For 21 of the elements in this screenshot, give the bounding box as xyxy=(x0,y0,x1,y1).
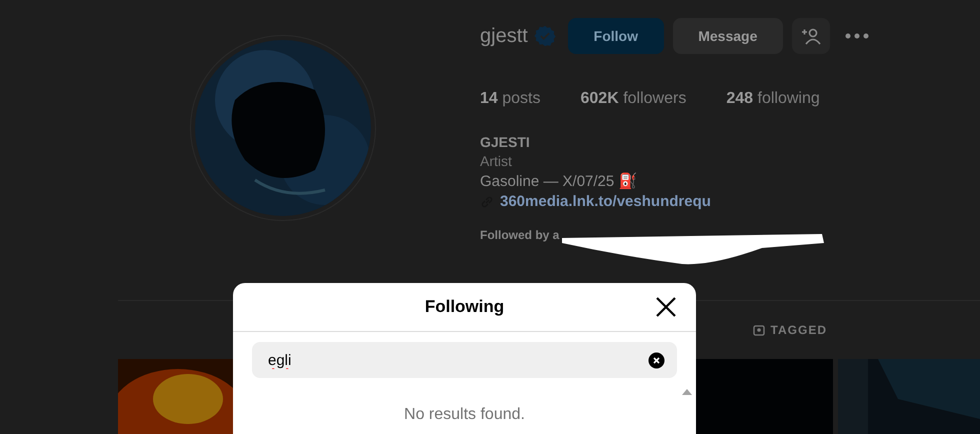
message-button[interactable]: Message xyxy=(672,18,783,54)
category: Artist xyxy=(480,153,513,169)
profile-stat[interactable]: 248 following xyxy=(726,90,820,108)
profile-tab[interactable]: TAGGED xyxy=(746,322,833,338)
close-icon[interactable] xyxy=(654,295,678,319)
followed-by: Followed by a xyxy=(480,228,560,242)
profile-stat[interactable]: 14 posts xyxy=(480,90,540,108)
bio: Gasoline — X/07/25 ⛽ xyxy=(480,172,638,190)
bio-link[interactable]: 360media.lnk.to/veshundrequ xyxy=(500,193,711,210)
follow-button[interactable]: Follow xyxy=(568,18,664,54)
clear-icon[interactable] xyxy=(648,352,665,368)
add-person-icon[interactable] xyxy=(792,18,830,54)
empty-message: No results found. xyxy=(404,406,525,424)
search-field[interactable]: egli xyxy=(252,342,677,378)
profile-stat[interactable]: 602K followers xyxy=(580,90,686,108)
camera-icon xyxy=(752,324,765,336)
full-name: GJESTI xyxy=(480,134,531,150)
dialog-title: Following xyxy=(424,297,504,317)
search-input[interactable]: egli xyxy=(268,352,648,368)
username: gjestt xyxy=(480,24,528,48)
more-icon[interactable] xyxy=(844,32,870,40)
